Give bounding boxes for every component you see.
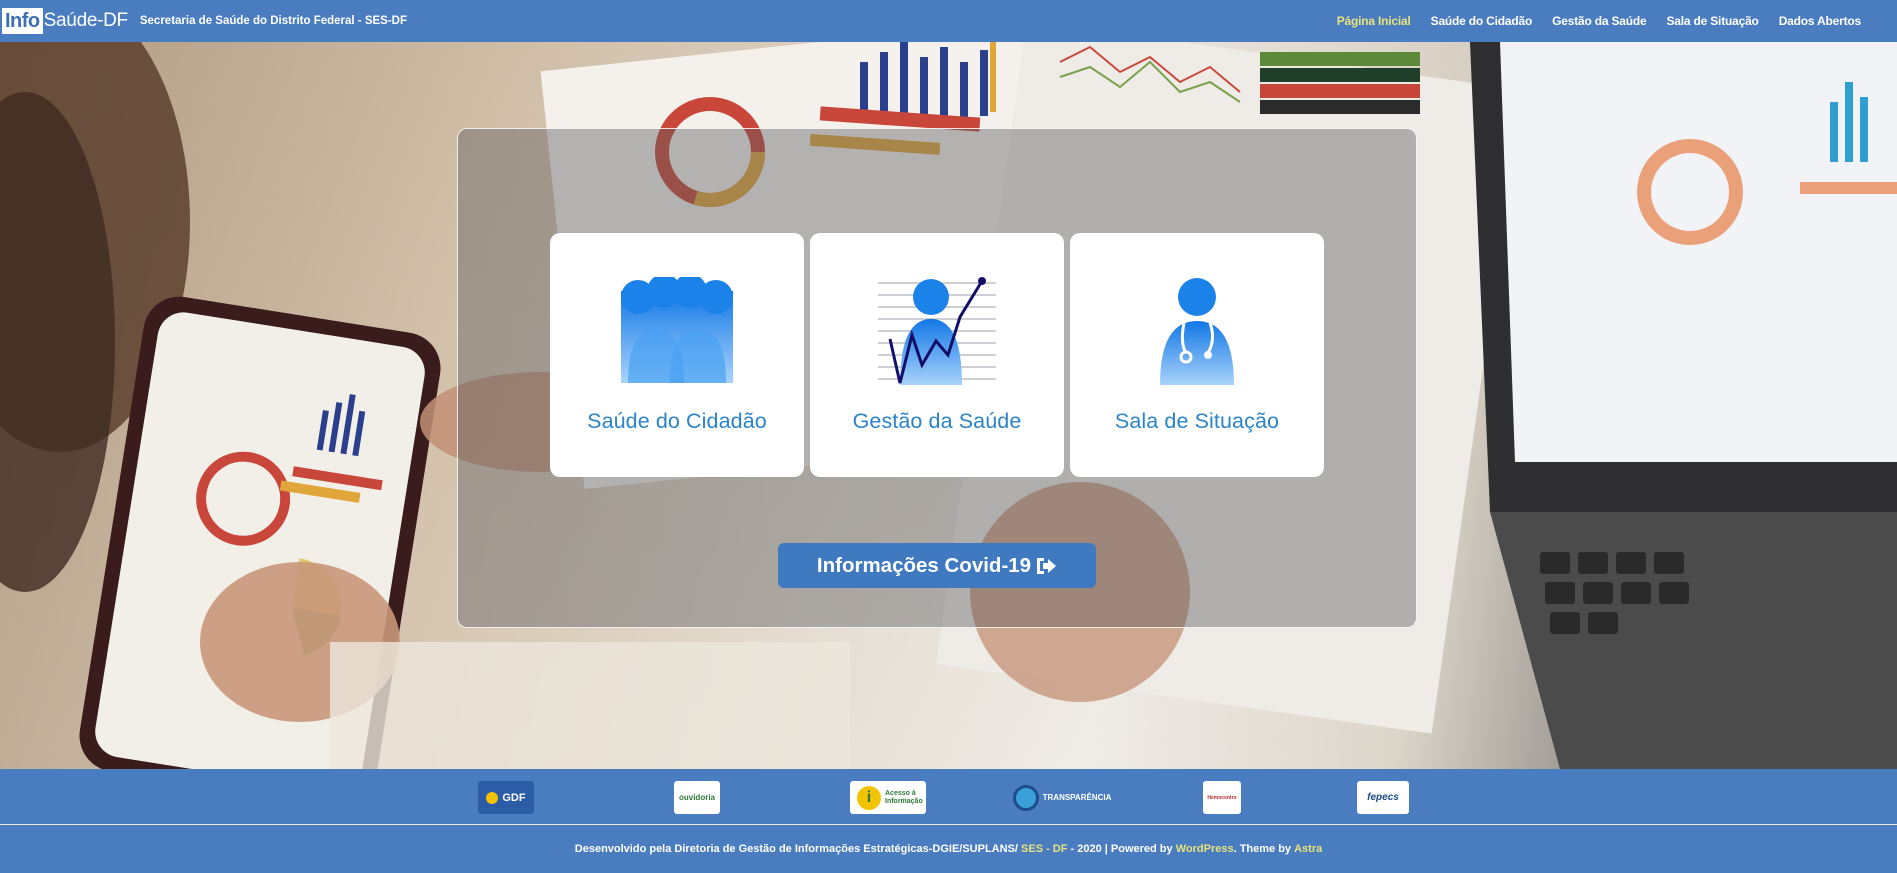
top-navigation-bar: Info Saúde-DF Secretaria de Saúde do Dis…	[0, 0, 1897, 42]
logo-info-part: Info	[2, 8, 43, 34]
hemocentro-logo[interactable]: Hemocentro	[1203, 781, 1241, 814]
card-label: Sala de Situação	[1114, 409, 1280, 433]
main-panel: Saúde do Cidadão Gestão da Saúde Sala de…	[457, 128, 1417, 628]
site-tagline: Secretaria de Saúde do Distrito Federal …	[139, 15, 407, 27]
category-cards: Saúde do Cidadão Gestão da Saúde Sala de…	[550, 233, 1324, 477]
card-label: Gestão da Saúde	[852, 409, 1022, 433]
credits-middle: - 2020 | Powered by	[1067, 843, 1176, 855]
doctor-stethoscope-icon	[1160, 278, 1234, 385]
sun-icon	[486, 791, 499, 804]
globe-icon	[1012, 784, 1039, 811]
covid-info-button[interactable]: Informações Covid-19	[778, 543, 1096, 588]
card-sala-de-situacao[interactable]: Sala de Situação	[1070, 233, 1324, 477]
nav-gestao-da-saude[interactable]: Gestão da Saúde	[1552, 14, 1647, 28]
fepecs-logo[interactable]: fepecs	[1357, 781, 1409, 814]
nav-saude-do-cidadao[interactable]: Saúde do Cidadão	[1431, 14, 1533, 28]
wordpress-link[interactable]: WordPress	[1176, 843, 1234, 855]
gdf-logo[interactable]: GDF	[478, 781, 534, 814]
card-gestao-da-saude[interactable]: Gestão da Saúde	[810, 233, 1064, 477]
transparencia-logo[interactable]: TRANSPARÊNCIA	[1012, 781, 1112, 814]
ouvidoria-logo[interactable]: ouvidoria	[674, 781, 720, 814]
main-menu: Página Inicial Saúde do Cidadão Gestão d…	[1337, 0, 1861, 42]
astra-link[interactable]: Astra	[1294, 843, 1322, 855]
hero-background: Saúde do Cidadão Gestão da Saúde Sala de…	[0, 42, 1897, 769]
site-logo[interactable]: Info Saúde-DF	[0, 0, 128, 42]
nav-dados-abertos[interactable]: Dados Abertos	[1779, 14, 1862, 28]
ses-df-link[interactable]: SES - DF	[1021, 843, 1067, 855]
nav-pagina-inicial[interactable]: Página Inicial	[1337, 14, 1411, 28]
covid-button-label: Informações Covid-19	[816, 553, 1032, 577]
credits-theme: . Theme by	[1233, 843, 1295, 855]
card-label: Saúde do Cidadão	[587, 409, 767, 433]
nav-sala-de-situacao[interactable]: Sala de Situação	[1667, 14, 1759, 28]
partner-logos-strip: GDF ouvidoria i Acesso à Informação TRAN…	[0, 769, 1897, 824]
logo-saude-part: Saúde-DF	[43, 10, 129, 31]
person-chart-icon	[878, 277, 996, 385]
footer-credits: Desenvolvido pela Diretoria de Gestão de…	[0, 825, 1897, 873]
card-saude-do-cidadao[interactable]: Saúde do Cidadão	[550, 233, 804, 477]
credits-prefix: Desenvolvido pela Diretoria de Gestão de…	[574, 843, 1022, 855]
people-group-icon	[621, 277, 733, 383]
sign-out-icon	[1037, 557, 1057, 574]
acesso-informacao-logo[interactable]: i Acesso à Informação	[850, 781, 926, 814]
info-icon: i	[857, 785, 881, 810]
